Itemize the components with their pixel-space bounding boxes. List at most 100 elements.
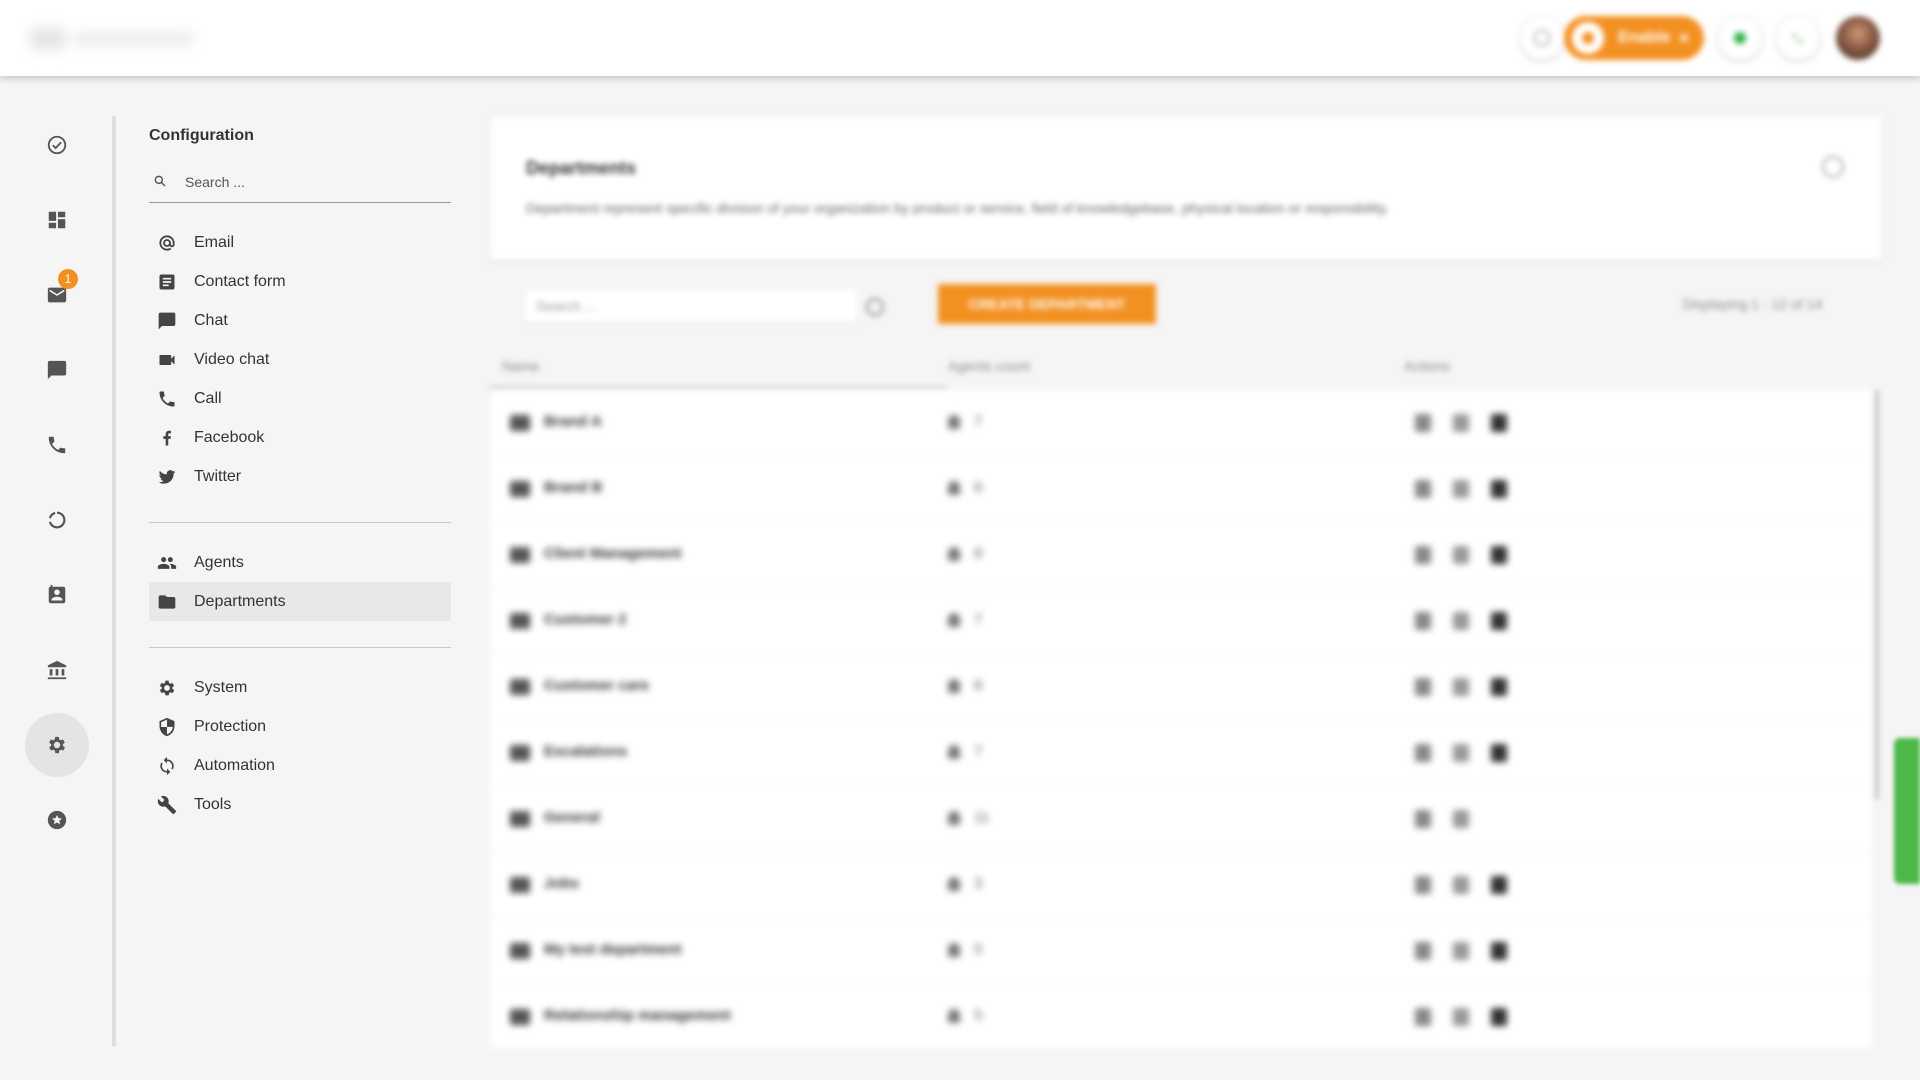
edit-icon[interactable] [1415,612,1431,630]
copy-icon[interactable] [1453,480,1469,498]
menu-item-system[interactable]: System [149,668,451,707]
rail-mail[interactable]: 1 [25,263,89,327]
delete-icon[interactable] [1491,612,1507,630]
channels-menu: Email Contact form Chat Video chat Call … [149,223,451,496]
table-row[interactable]: Brand A 7 [490,390,1872,456]
department-name[interactable]: Jobs [544,875,579,892]
rail-calls[interactable] [25,413,89,477]
menu-item-contact-form[interactable]: Contact form [149,262,451,301]
rail-contacts[interactable] [25,563,89,627]
copy-icon[interactable] [1453,678,1469,696]
menu-item-automation[interactable]: Automation [149,746,451,785]
department-name[interactable]: Customer care [544,677,649,694]
delete-icon[interactable] [1491,414,1507,432]
edit-icon[interactable] [1415,744,1431,762]
folder-icon [510,415,530,431]
help-icon[interactable] [1822,156,1844,178]
table-row[interactable]: General 11 [490,786,1872,852]
person-icon [948,745,960,759]
copy-icon[interactable] [1453,876,1469,894]
table-row[interactable]: Brand B 6 [490,456,1872,522]
delete-icon[interactable] [1491,678,1507,696]
copy-icon[interactable] [1453,612,1469,630]
copy-icon[interactable] [1453,1008,1469,1026]
folder-icon [510,877,530,893]
table-row[interactable]: Jobs 3 [490,852,1872,918]
edit-icon[interactable] [1415,810,1431,828]
app-logo[interactable] [30,18,200,58]
rail-chat[interactable] [25,338,89,402]
department-name[interactable]: General [544,809,600,826]
agents-count: 3 [974,875,983,892]
delete-icon[interactable] [1491,480,1507,498]
copy-icon[interactable] [1453,546,1469,564]
copy-icon[interactable] [1453,744,1469,762]
delete-icon[interactable] [1491,942,1507,960]
department-search-input[interactable]: Search ... [526,290,884,323]
rail-reports[interactable] [25,488,89,552]
menu-item-twitter[interactable]: Twitter [149,457,451,496]
enable-toggle-button[interactable]: Enable ✕ [1564,16,1704,60]
column-header-name[interactable]: Name [502,358,539,374]
edit-icon[interactable] [1415,546,1431,564]
department-name[interactable]: Escalations [544,743,627,760]
table-row[interactable]: Escalations 7 [490,720,1872,786]
search-icon[interactable] [866,298,884,316]
edit-icon[interactable] [1415,942,1431,960]
create-department-button[interactable]: CREATE DEPARTMENT [938,284,1156,324]
menu-item-label: Departments [194,592,286,610]
department-name[interactable]: Brand B [544,479,602,496]
menu-item-email[interactable]: Email [149,223,451,262]
folder-icon [510,745,530,761]
menu-item-tools[interactable]: Tools [149,785,451,824]
reports-icon [46,509,68,531]
rail-dashboard[interactable] [25,188,89,252]
edit-icon[interactable] [1415,1008,1431,1026]
menu-item-departments[interactable]: Departments [149,582,451,621]
menu-item-protection[interactable]: Protection [149,707,451,746]
feedback-tab[interactable] [1894,738,1920,884]
table-row[interactable]: Client Management 8 [490,522,1872,588]
agents-count: 7 [974,611,983,628]
column-header-agents-count[interactable]: Agents count [948,358,1030,374]
rail-configuration[interactable] [25,713,89,777]
edit-icon[interactable] [1415,876,1431,894]
gear-icon [46,734,68,756]
menu-item-call[interactable]: Call [149,379,451,418]
status-settings-button[interactable] [1520,16,1564,60]
rail-tasks[interactable] [25,113,89,177]
table-scrollbar[interactable] [1874,390,1880,800]
folder-icon [510,679,530,695]
phone-status-button[interactable] [1776,16,1820,60]
edit-icon[interactable] [1415,414,1431,432]
toggle-knob-icon [1572,22,1604,54]
edit-icon[interactable] [1415,678,1431,696]
agents-count: 7 [974,743,983,760]
menu-item-facebook[interactable]: Facebook [149,418,451,457]
table-row[interactable]: Customer care 8 [490,654,1872,720]
copy-icon[interactable] [1453,810,1469,828]
delete-icon[interactable] [1491,1008,1507,1026]
rail-billing[interactable] [25,638,89,702]
delete-icon[interactable] [1491,876,1507,894]
department-name[interactable]: Customer 2 [544,611,627,628]
online-status-button[interactable] [1718,16,1762,60]
table-row[interactable]: Relationship management 5 [490,984,1872,1048]
edit-icon[interactable] [1415,480,1431,498]
copy-icon[interactable] [1453,414,1469,432]
table-row[interactable]: My test department 5 [490,918,1872,984]
delete-icon[interactable] [1491,744,1507,762]
department-name[interactable]: My test department [544,941,682,958]
menu-item-video-chat[interactable]: Video chat [149,340,451,379]
department-name[interactable]: Relationship management [544,1007,731,1024]
rail-favorites[interactable] [25,788,89,852]
table-row[interactable]: Customer 2 7 [490,588,1872,654]
department-name[interactable]: Brand A [544,413,602,430]
menu-item-agents[interactable]: Agents [149,543,451,582]
menu-item-chat[interactable]: Chat [149,301,451,340]
user-avatar[interactable] [1836,16,1880,60]
delete-icon[interactable] [1491,546,1507,564]
department-name[interactable]: Client Management [544,545,682,562]
copy-icon[interactable] [1453,942,1469,960]
configuration-search-input[interactable] [183,173,447,191]
